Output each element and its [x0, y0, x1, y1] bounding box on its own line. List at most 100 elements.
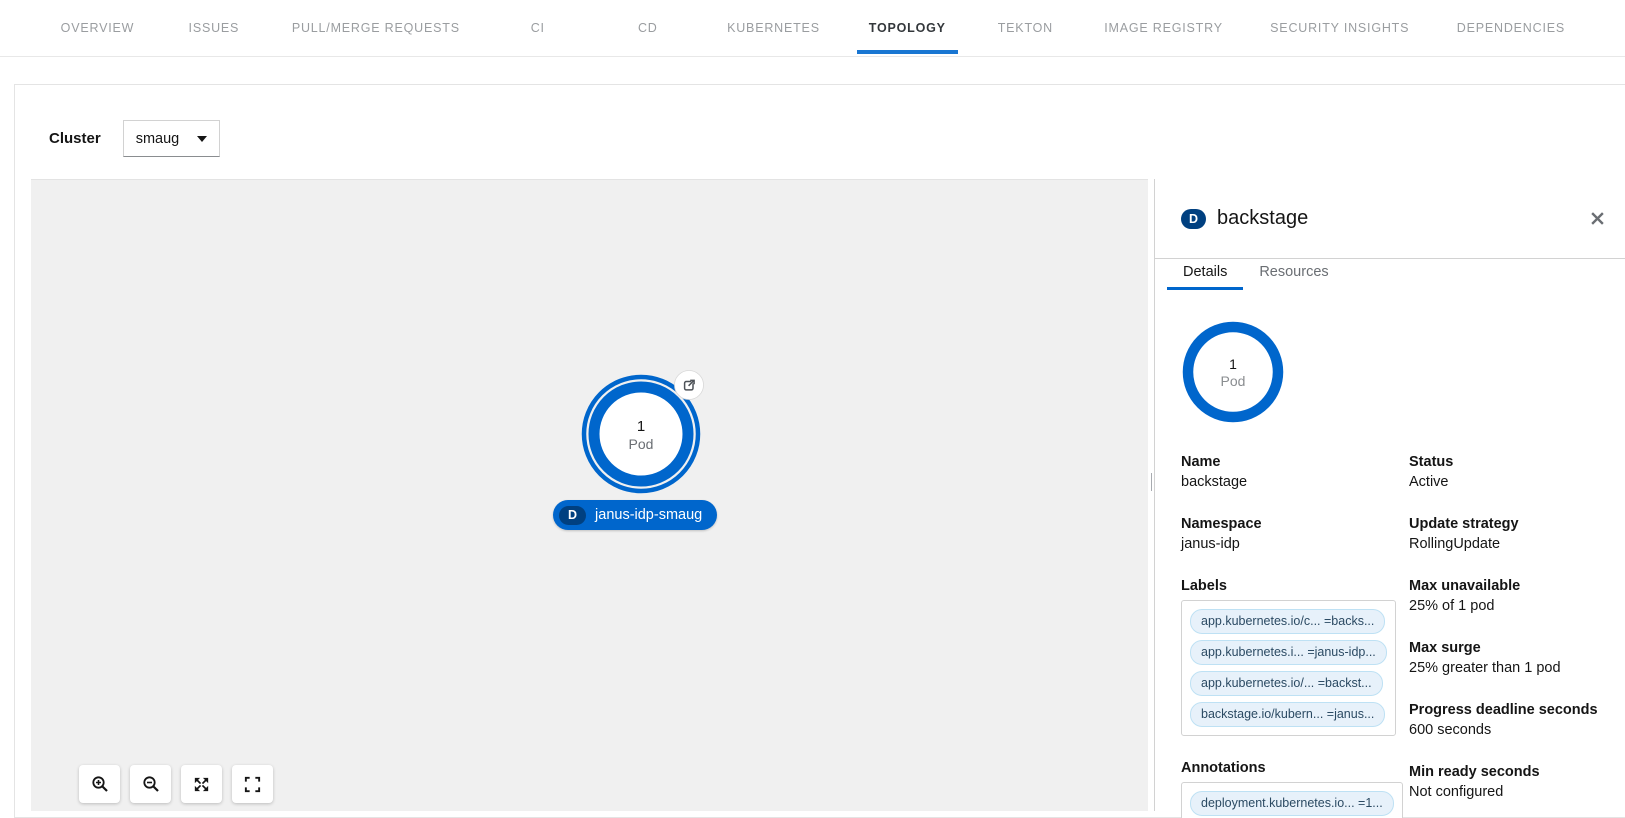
field-status-label: Status	[1409, 452, 1611, 472]
tab-dependencies-label: DEPENDENCIES	[1457, 21, 1565, 35]
fit-to-screen-icon	[192, 775, 211, 794]
tab-kubernetes-label: KUBERNETES	[727, 21, 820, 35]
labels-chip-group: app.kubernetes.io/c... =backs... app.kub…	[1181, 600, 1396, 736]
field-annotations: Annotations deployment.kubernetes.io... …	[1181, 758, 1409, 818]
close-panel-button[interactable]	[1586, 207, 1609, 230]
cluster-label: Cluster	[49, 130, 101, 147]
field-name-value: backstage	[1181, 472, 1409, 492]
tab-cd-label: CD	[638, 21, 658, 35]
field-namespace-value: janus-idp	[1181, 534, 1409, 554]
field-status-value: Active	[1409, 472, 1611, 492]
panel-tab-resources[interactable]: Resources	[1243, 259, 1344, 290]
panel-tab-resources-label: Resources	[1259, 264, 1328, 280]
label-chip: app.kubernetes.io/... =backst...	[1190, 671, 1383, 696]
tab-overview-label: OVERVIEW	[61, 21, 135, 35]
field-max-unavailable-label: Max unavailable	[1409, 576, 1611, 596]
tab-dependencies[interactable]: DEPENDENCIES	[1433, 0, 1589, 56]
field-progress-deadline-value: 600 seconds	[1409, 720, 1611, 740]
panel-tab-details-label: Details	[1183, 264, 1227, 280]
panel-tab-bar: Details Resources	[1155, 259, 1625, 290]
active-tab-indicator	[857, 50, 958, 54]
close-icon	[1590, 211, 1605, 226]
field-max-surge: Max surge 25% greater than 1 pod	[1409, 638, 1611, 678]
field-update-strategy-label: Update strategy	[1409, 514, 1611, 534]
zoom-in-button[interactable]	[79, 765, 120, 803]
tab-topology-label: TOPOLOGY	[869, 21, 946, 35]
zoom-out-button[interactable]	[130, 765, 171, 803]
field-namespace: Namespace janus-idp	[1181, 514, 1409, 554]
field-max-surge-value: 25% greater than 1 pod	[1409, 658, 1611, 678]
panel-tab-details[interactable]: Details	[1167, 259, 1243, 290]
details-panel: D backstage Details Resources 1 Pod	[1154, 179, 1625, 811]
field-min-ready-value: Not configured	[1409, 782, 1611, 802]
tab-overview[interactable]: OVERVIEW	[36, 0, 159, 56]
details-left-column: Name backstage Namespace janus-idp Label…	[1181, 452, 1409, 818]
field-name: Name backstage	[1181, 452, 1409, 492]
panel-header: D backstage	[1155, 179, 1625, 259]
panel-body: 1 Pod Name backstage Namespace janus-idp	[1155, 290, 1625, 818]
tab-ci[interactable]: CI	[483, 0, 593, 56]
field-max-unavailable: Max unavailable 25% of 1 pod	[1409, 576, 1611, 616]
topology-card: Cluster smaug 1 Pod	[14, 84, 1625, 818]
fullscreen-button[interactable]	[232, 765, 273, 803]
node-label-text: janus-idp-smaug	[595, 507, 702, 523]
label-chip: app.kubernetes.i... =janus-idp...	[1190, 640, 1387, 665]
tab-pull-merge-requests[interactable]: PULL/MERGE REQUESTS	[269, 0, 483, 56]
label-chip: backstage.io/kubern... =janus...	[1190, 702, 1385, 727]
open-url-decorator[interactable]	[675, 371, 704, 400]
deployment-kind-badge: D	[559, 506, 586, 525]
annotations-chip-group: deployment.kubernetes.io... =1...	[1181, 782, 1403, 818]
topology-page: OVERVIEW ISSUES PULL/MERGE REQUESTS CI C…	[0, 0, 1625, 818]
annotations-section-title: Annotations	[1181, 758, 1409, 778]
tab-tekton[interactable]: TEKTON	[970, 0, 1080, 56]
details-fields: Name backstage Namespace janus-idp Label…	[1181, 452, 1611, 818]
fit-to-screen-button[interactable]	[181, 765, 222, 803]
panel-title: backstage	[1217, 207, 1308, 230]
deployment-kind-badge: D	[1181, 209, 1206, 229]
labels-section-title: Labels	[1181, 576, 1409, 596]
node-label-pill[interactable]: D janus-idp-smaug	[553, 500, 717, 530]
details-right-column: Status Active Update strategy RollingUpd…	[1409, 452, 1611, 818]
field-max-unavailable-value: 25% of 1 pod	[1409, 596, 1611, 616]
tab-image-registry[interactable]: IMAGE REGISTRY	[1080, 0, 1246, 56]
field-namespace-label: Namespace	[1181, 514, 1409, 534]
node-pod-count-label: Pod	[629, 436, 654, 452]
pod-donut-label: Pod	[1221, 373, 1246, 389]
cluster-select-value: smaug	[136, 131, 180, 147]
pod-donut-count: 1	[1229, 356, 1237, 372]
pod-donut-chart: 1 Pod	[1181, 320, 1285, 424]
field-min-ready: Min ready seconds Not configured	[1409, 762, 1611, 802]
tab-cd[interactable]: CD	[593, 0, 703, 56]
field-name-label: Name	[1181, 452, 1409, 472]
tab-security-insights-label: SECURITY INSIGHTS	[1270, 21, 1409, 35]
tab-issues-label: ISSUES	[189, 21, 240, 35]
tab-ci-label: CI	[531, 21, 545, 35]
tab-image-registry-label: IMAGE REGISTRY	[1104, 21, 1223, 35]
label-chip: app.kubernetes.io/c... =backs...	[1190, 609, 1385, 634]
field-max-surge-label: Max surge	[1409, 638, 1611, 658]
topology-canvas[interactable]: 1 Pod D janus-idp-smaug	[31, 179, 1148, 811]
annotation-chip: deployment.kubernetes.io... =1...	[1190, 791, 1394, 816]
entity-tab-bar: OVERVIEW ISSUES PULL/MERGE REQUESTS CI C…	[0, 0, 1625, 57]
zoom-out-icon	[141, 774, 161, 794]
canvas-controls	[79, 765, 273, 803]
tab-topology[interactable]: TOPOLOGY	[844, 0, 970, 56]
tab-security-insights[interactable]: SECURITY INSIGHTS	[1247, 0, 1433, 56]
field-min-ready-label: Min ready seconds	[1409, 762, 1611, 782]
zoom-in-icon	[90, 774, 110, 794]
field-status: Status Active	[1409, 452, 1611, 492]
field-update-strategy-value: RollingUpdate	[1409, 534, 1611, 554]
tab-tekton-label: TEKTON	[998, 21, 1053, 35]
node-pod-count: 1	[637, 418, 645, 435]
fullscreen-icon	[243, 775, 262, 794]
cluster-select[interactable]: smaug	[123, 120, 220, 157]
tab-issues[interactable]: ISSUES	[159, 0, 269, 56]
field-progress-deadline-label: Progress deadline seconds	[1409, 700, 1611, 720]
field-update-strategy: Update strategy RollingUpdate	[1409, 514, 1611, 554]
topology-toolbar: Cluster smaug	[49, 120, 220, 157]
caret-down-icon	[197, 136, 207, 142]
tab-pull-merge-requests-label: PULL/MERGE REQUESTS	[292, 21, 460, 35]
field-labels: Labels app.kubernetes.io/c... =backs... …	[1181, 576, 1409, 736]
field-progress-deadline: Progress deadline seconds 600 seconds	[1409, 700, 1611, 740]
tab-kubernetes[interactable]: KUBERNETES	[703, 0, 844, 56]
